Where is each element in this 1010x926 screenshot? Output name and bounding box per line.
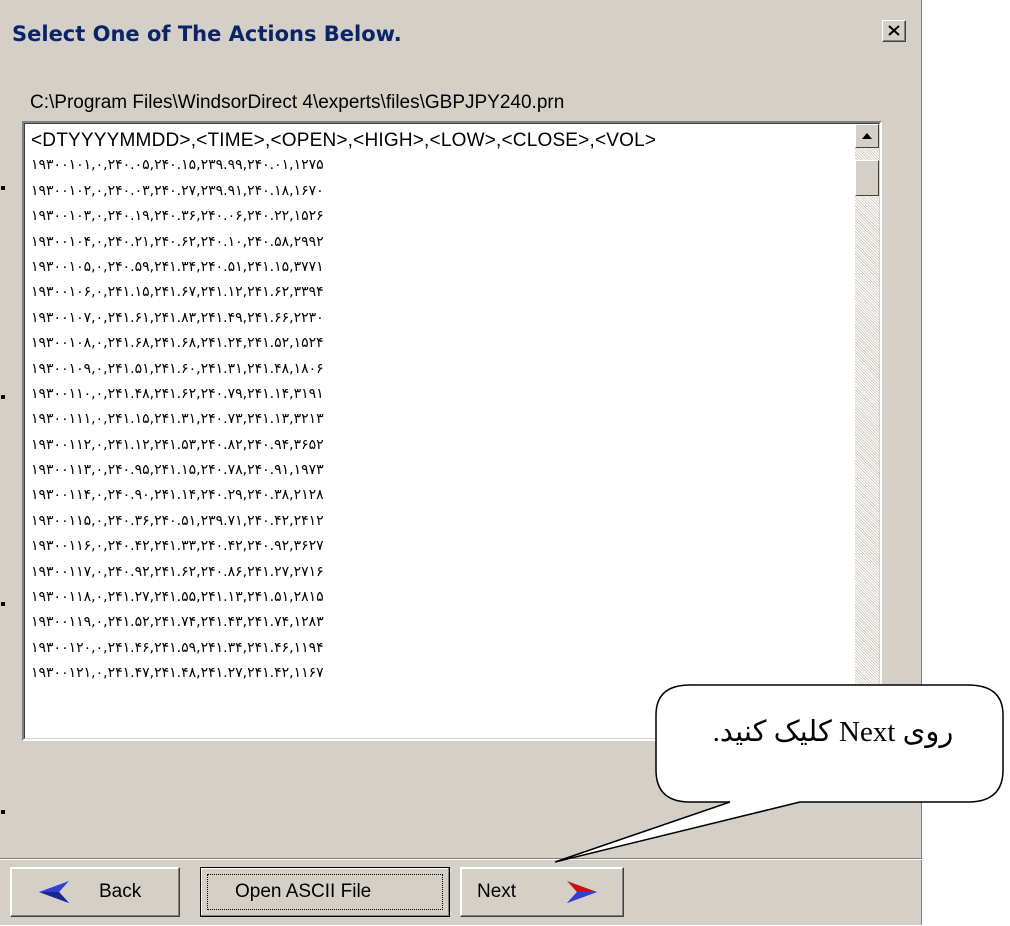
data-row: ۱۹۳۰۰۱۰۹,۰,۲۴۱.۵۱,۲۴۱.۶۰,۲۴۱.۳۱,۲۴۱.۴۸,۱… xyxy=(31,360,324,377)
button-bar: Back Open ASCII File Next xyxy=(0,858,922,926)
title-bar: Select One of The Actions Below. xyxy=(8,16,912,52)
data-row: ۱۹۳۰۰۱۱۲,۰,۲۴۱.۱۲,۲۴۱.۵۳,۲۴۰.۸۲,۲۴۰.۹۴,۳… xyxy=(31,436,324,453)
back-label: Back xyxy=(99,881,142,902)
edge-mark xyxy=(1,395,5,399)
header-row: <DTYYYYMMDD>,<TIME>,<OPEN>,<HIGH>,<LOW>,… xyxy=(31,130,657,151)
data-row: ۱۹۳۰۰۱۰۲,۰,۲۴۰.۰۳,۲۴۰.۲۷,۲۳۹.۹۱,۲۴۰.۱۸,۱… xyxy=(31,182,324,199)
file-path-label: C:\Program Files\WindsorDirect 4\experts… xyxy=(30,92,565,113)
vertical-scrollbar[interactable] xyxy=(855,124,879,738)
close-icon xyxy=(888,25,900,36)
scroll-thumb[interactable] xyxy=(855,160,879,196)
data-row: ۱۹۳۰۰۱۰۴,۰,۲۴۰.۲۱,۲۴۰.۶۲,۲۴۰.۱۰,۲۴۰.۵۸,۲… xyxy=(31,233,324,250)
data-row: ۱۹۳۰۰۱۱۴,۰,۲۴۰.۹۰,۲۴۱.۱۴,۲۴۰.۲۹,۲۴۰.۳۸,۲… xyxy=(31,487,324,504)
close-button[interactable] xyxy=(882,20,906,42)
scroll-up-arrow-icon xyxy=(862,133,872,139)
left-arrow-icon xyxy=(39,881,69,903)
data-row: ۱۹۳۰۰۱۱۷,۰,۲۴۰.۹۲,۲۴۱.۶۲,۲۴۰.۸۶,۲۴۱.۲۷,۲… xyxy=(31,563,324,580)
next-button[interactable]: Next xyxy=(460,867,624,917)
data-row: ۱۹۳۰۰۱۲۱,۰,۲۴۱.۴۷,۲۴۱.۴۸,۲۴۱.۲۷,۲۴۱.۴۲,۱… xyxy=(31,665,324,682)
edge-mark xyxy=(1,602,5,606)
data-row: ۱۹۳۰۰۱۱۰,۰,۲۴۱.۴۸,۲۴۱.۶۲,۲۴۰.۷۹,۲۴۱.۱۴,۳… xyxy=(31,385,324,402)
data-row: ۱۹۳۰۰۱۰۱,۰,۲۴۰.۰۵,۲۴۰.۱۵,۲۳۹.۹۹,۲۴۰.۰۱,۱… xyxy=(31,157,324,174)
window-title: Select One of The Actions Below. xyxy=(12,22,402,46)
next-label: Next xyxy=(477,881,517,902)
file-lines: <DTYYYYMMDD>,<TIME>,<OPEN>,<HIGH>,<LOW>,… xyxy=(31,128,831,687)
data-row: ۱۹۳۰۰۱۱۱,۰,۲۴۱.۱۵,۲۴۱.۳۱,۲۴۰.۷۳,۲۴۱.۱۳,۳… xyxy=(31,411,324,428)
edge-mark xyxy=(1,810,5,814)
data-row: ۱۹۳۰۰۱۱۶,۰,۲۴۰.۴۲,۲۴۱.۳۳,۲۴۰.۴۲,۲۴۰.۹۲,۳… xyxy=(31,538,324,555)
edge-mark xyxy=(1,186,5,190)
callout-text: روی Next کلیک کنید. xyxy=(712,716,954,748)
open-ascii-label: Open ASCII File xyxy=(235,881,372,902)
open-ascii-file-button[interactable]: Open ASCII File xyxy=(200,867,450,917)
dialog-window: Select One of The Actions Below. C:\Prog… xyxy=(0,0,922,925)
back-button[interactable]: Back xyxy=(10,867,180,917)
data-row: ۱۹۳۰۰۱۰۸,۰,۲۴۱.۶۸,۲۴۱.۶۸,۲۴۱.۲۴,۲۴۱.۵۲,۱… xyxy=(31,335,324,352)
scroll-up-button[interactable] xyxy=(855,124,879,148)
data-row: ۱۹۳۰۰۱۰۵,۰,۲۴۰.۵۹,۲۴۱.۳۴,۲۴۰.۵۱,۲۴۱.۱۵,۳… xyxy=(31,258,324,275)
data-row: ۱۹۳۰۰۱۱۵,۰,۲۴۰.۳۶,۲۴۰.۵۱,۲۳۹.۷۱,۲۴۰.۴۲,۲… xyxy=(31,512,324,529)
data-row: ۱۹۳۰۰۱۱۹,۰,۲۴۱.۵۲,۲۴۱.۷۴,۲۴۱.۴۳,۲۴۱.۷۴,۱… xyxy=(31,614,324,631)
data-row: ۱۹۳۰۰۱۰۶,۰,۲۴۱.۱۵,۲۴۱.۶۷,۲۴۱.۱۲,۲۴۱.۶۲,۳… xyxy=(31,284,324,301)
data-row: ۱۹۳۰۰۱۰۷,۰,۲۴۱.۶۱,۲۴۱.۸۳,۲۴۱.۴۹,۲۴۱.۶۶,۲… xyxy=(31,309,324,326)
data-row: ۱۹۳۰۰۱۱۸,۰,۲۴۱.۲۷,۲۴۱.۵۵,۲۴۱.۱۳,۲۴۱.۵۱,۲… xyxy=(31,589,324,606)
file-content-listbox[interactable]: <DTYYYYMMDD>,<TIME>,<OPEN>,<HIGH>,<LOW>,… xyxy=(22,121,882,741)
data-row: ۱۹۳۰۰۱۱۳,۰,۲۴۰.۹۵,۲۴۱.۱۵,۲۴۰.۷۸,۲۴۰.۹۱,۱… xyxy=(31,462,324,479)
data-row: ۱۹۳۰۰۱۲۰,۰,۲۴۱.۴۶,۲۴۱.۵۹,۲۴۱.۳۴,۲۴۱.۴۶,۱… xyxy=(31,639,324,656)
right-arrow-icon xyxy=(567,881,597,903)
data-row: ۱۹۳۰۰۱۰۳,۰,۲۴۰.۱۹,۲۴۰.۳۶,۲۴۰.۰۶,۲۴۰.۲۲,۱… xyxy=(31,208,324,225)
